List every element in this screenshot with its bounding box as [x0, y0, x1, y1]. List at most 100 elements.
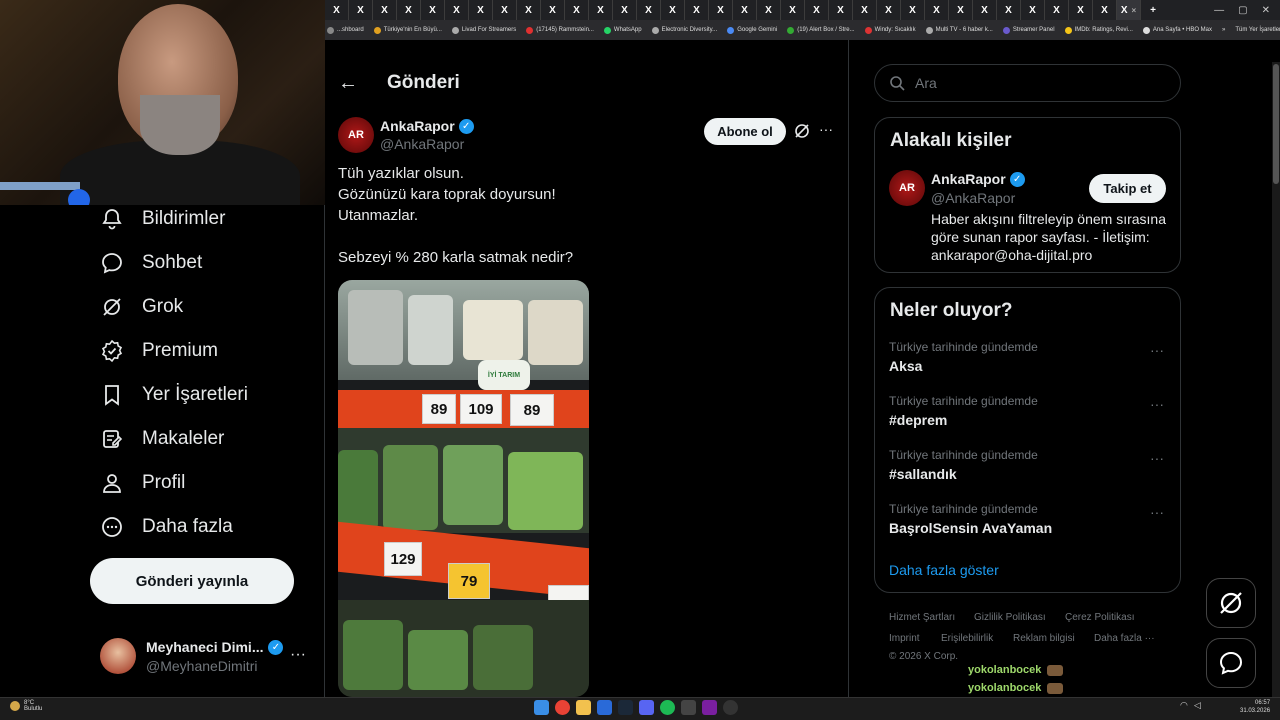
- related-handle[interactable]: @AnkaRapor: [931, 190, 1015, 206]
- bookmark-item[interactable]: Türkiye'nin En Büyü...: [373, 26, 442, 34]
- all-bookmarks-folder[interactable]: Tüm Yer İşaretleri: [1235, 27, 1280, 33]
- file-explorer-icon[interactable]: [576, 700, 591, 715]
- messages-fab-button[interactable]: [1206, 638, 1256, 688]
- author-handle[interactable]: @AnkaRapor: [380, 136, 464, 152]
- footer-link[interactable]: Gizlilik Politikası: [974, 612, 1046, 623]
- trend-more-button[interactable]: ···: [1150, 504, 1164, 520]
- browser-tab[interactable]: X: [997, 0, 1021, 20]
- footer-link[interactable]: Çerez Politikası: [1065, 612, 1134, 623]
- nav-item-yer-i-şaretleri[interactable]: Yer İşaretleri: [100, 383, 248, 407]
- browser-tab[interactable]: X: [901, 0, 925, 20]
- show-more-link[interactable]: Daha fazla göster: [889, 562, 999, 578]
- trend-name[interactable]: Aksa: [889, 358, 922, 374]
- browser-tab[interactable]: X: [757, 0, 781, 20]
- epic-icon[interactable]: [681, 700, 696, 715]
- browser-tab[interactable]: X: [973, 0, 997, 20]
- windows-start-icon[interactable]: [534, 700, 549, 715]
- nav-item-bildirimler[interactable]: Bildirimler: [100, 207, 225, 231]
- browser-tab[interactable]: X: [397, 0, 421, 20]
- author-name-row[interactable]: AnkaRapor ✓: [380, 118, 474, 134]
- footer-link[interactable]: Imprint: [889, 633, 920, 644]
- close-tab-icon[interactable]: ×: [1132, 6, 1137, 15]
- spotify-icon[interactable]: [660, 700, 675, 715]
- new-tab-button[interactable]: +: [1141, 0, 1165, 20]
- browser-icon[interactable]: [597, 700, 612, 715]
- bookmarks-overflow-button[interactable]: »: [1222, 27, 1225, 33]
- profile-avatar[interactable]: [100, 638, 136, 674]
- browser-tab[interactable]: X: [1069, 0, 1093, 20]
- author-avatar[interactable]: AR: [338, 117, 374, 153]
- nav-item-profil[interactable]: Profil: [100, 471, 185, 495]
- browser-tab[interactable]: X: [565, 0, 589, 20]
- weather-widget[interactable]: 8°C Bulutlu: [10, 700, 42, 712]
- browser-tab[interactable]: X: [637, 0, 661, 20]
- browser-tab[interactable]: X: [1045, 0, 1069, 20]
- nav-item-sohbet[interactable]: Sohbet: [100, 251, 202, 275]
- nav-item-grok[interactable]: Grok: [100, 295, 183, 319]
- footer-link[interactable]: Daha fazla ···: [1094, 633, 1155, 644]
- nav-item-premium[interactable]: Premium: [100, 339, 218, 363]
- bookmark-item[interactable]: Streamer Panel: [1002, 26, 1055, 34]
- browser-tab[interactable]: X: [541, 0, 565, 20]
- bookmark-item[interactable]: (17145) Rammstein...: [526, 26, 594, 34]
- footer-link[interactable]: Hizmet Şartları: [889, 612, 955, 623]
- discord-icon[interactable]: [639, 700, 654, 715]
- browser-tab[interactable]: X: [805, 0, 829, 20]
- browser-tab[interactable]: X: [685, 0, 709, 20]
- app-icon[interactable]: [702, 700, 717, 715]
- bookmark-item[interactable]: Livad For Streamers: [451, 26, 516, 34]
- post-button[interactable]: Gönderi yayınla: [90, 558, 294, 604]
- bookmark-item[interactable]: WhatsApp: [603, 26, 642, 34]
- browser-tab[interactable]: X: [517, 0, 541, 20]
- related-name-row[interactable]: AnkaRapor ✓: [931, 171, 1025, 187]
- bookmark-item[interactable]: Windy: Sıcaklık: [864, 26, 916, 34]
- subscribe-button[interactable]: Abone ol: [704, 118, 786, 145]
- maximize-icon[interactable]: ▢: [1238, 5, 1247, 16]
- browser-tab[interactable]: X: [445, 0, 469, 20]
- scrollbar-thumb[interactable]: [1273, 64, 1279, 184]
- browser-tab[interactable]: X: [493, 0, 517, 20]
- trend-more-button[interactable]: ···: [1150, 450, 1164, 466]
- trend-name[interactable]: BaşrolSensin AvaYaman: [889, 520, 1052, 536]
- bookmark-item[interactable]: Ana Sayfa • HBO Max: [1142, 26, 1212, 34]
- minimize-icon[interactable]: —: [1214, 5, 1224, 16]
- nav-item-daha-fazla[interactable]: Daha fazla: [100, 515, 233, 539]
- follow-button[interactable]: Takip et: [1089, 174, 1166, 203]
- footer-link[interactable]: Reklam bilgisi: [1013, 633, 1075, 644]
- bookmark-item[interactable]: Electronic Diversity...: [651, 26, 717, 34]
- bookmark-item[interactable]: Multi TV - 6 haber k...: [925, 26, 993, 34]
- trend-name[interactable]: #sallandık: [889, 466, 957, 482]
- browser-tab[interactable]: X: [589, 0, 613, 20]
- post-more-button[interactable]: ···: [819, 121, 833, 137]
- search-input[interactable]: Ara: [874, 64, 1181, 102]
- nav-item-makaleler[interactable]: Makaleler: [100, 427, 224, 451]
- browser-tab[interactable]: X: [709, 0, 733, 20]
- taskbar-clock[interactable]: 06:57 31.03.2026: [1240, 699, 1270, 715]
- browser-tab[interactable]: X: [469, 0, 493, 20]
- grok-icon[interactable]: [794, 123, 810, 139]
- steam-icon[interactable]: [618, 700, 633, 715]
- profile-more-button[interactable]: ···: [290, 646, 306, 664]
- browser-tab[interactable]: X: [1021, 0, 1045, 20]
- bookmark-item[interactable]: Google Gemini: [727, 26, 777, 34]
- bookmark-item[interactable]: (19) Alert Box / Stre...: [787, 26, 855, 34]
- bookmark-item[interactable]: IMDb: Ratings, Revi...: [1064, 26, 1133, 34]
- browser-tab[interactable]: X: [949, 0, 973, 20]
- browser-tab[interactable]: X: [325, 0, 349, 20]
- trend-name[interactable]: #deprem: [889, 412, 947, 428]
- browser-tab[interactable]: X: [733, 0, 757, 20]
- browser-tab[interactable]: X: [373, 0, 397, 20]
- browser-tab[interactable]: X: [661, 0, 685, 20]
- grok-fab-button[interactable]: [1206, 578, 1256, 628]
- trend-more-button[interactable]: ···: [1150, 342, 1164, 358]
- close-window-icon[interactable]: ✕: [1262, 5, 1270, 16]
- browser-tab[interactable]: X ×: [1117, 0, 1141, 20]
- obs-icon[interactable]: [723, 700, 738, 715]
- browser-tab[interactable]: X: [349, 0, 373, 20]
- bookmark-item[interactable]: ...shboard: [327, 26, 364, 34]
- browser-tab[interactable]: X: [925, 0, 949, 20]
- back-arrow-icon[interactable]: ←: [338, 72, 358, 94]
- browser-tab[interactable]: X: [781, 0, 805, 20]
- trend-more-button[interactable]: ···: [1150, 396, 1164, 412]
- browser-tab[interactable]: X: [613, 0, 637, 20]
